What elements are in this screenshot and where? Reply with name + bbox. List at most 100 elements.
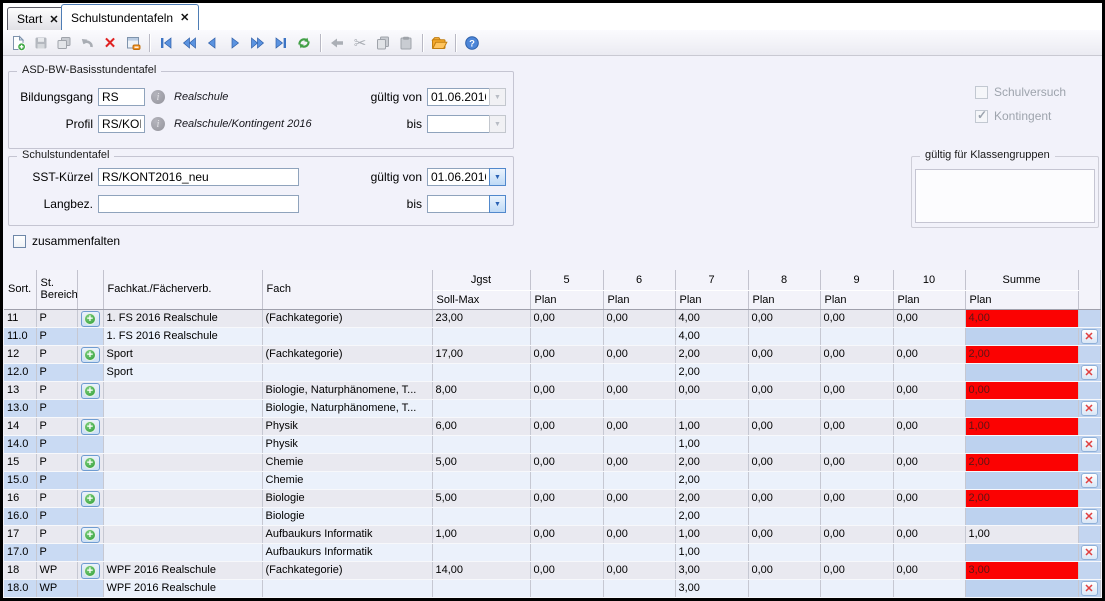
cell-plan-9[interactable]: [820, 399, 893, 417]
cell-plan-5[interactable]: 0,00: [530, 417, 603, 435]
delete-row-button[interactable]: ✕: [1081, 365, 1098, 380]
cell-st-bereich[interactable]: P: [36, 435, 77, 453]
add-row-button[interactable]: +: [81, 419, 100, 435]
cell-fachkat[interactable]: [103, 417, 262, 435]
cell-fachkat[interactable]: [103, 435, 262, 453]
cell-sort[interactable]: 11.0: [4, 327, 36, 345]
cell-summe[interactable]: 2,00: [965, 345, 1078, 363]
cell-sort[interactable]: 16: [4, 489, 36, 507]
cell-plan-10[interactable]: [893, 507, 965, 525]
cell-plan-5[interactable]: [530, 471, 603, 489]
cell-sort[interactable]: 12: [4, 345, 36, 363]
cell-fach[interactable]: (Fachkategorie): [262, 561, 432, 579]
cell-fach[interactable]: Biologie: [262, 489, 432, 507]
cell-plan-9[interactable]: [820, 471, 893, 489]
cell-plan-10[interactable]: 0,00: [893, 561, 965, 579]
cell-plan-10[interactable]: [893, 435, 965, 453]
cell-st-bereich[interactable]: P: [36, 381, 77, 399]
add-row-button[interactable]: +: [81, 311, 100, 327]
cell-plan-7[interactable]: 3,00: [675, 579, 748, 597]
cell-plan-7[interactable]: 1,00: [675, 435, 748, 453]
cell-plan-5[interactable]: 0,00: [530, 345, 603, 363]
cell-plan-5[interactable]: 0,00: [530, 453, 603, 471]
delete-row-button[interactable]: ✕: [1081, 329, 1098, 344]
cell-soll-max[interactable]: [432, 435, 530, 453]
cell-plan-6[interactable]: [603, 399, 675, 417]
cell-plan-6[interactable]: 0,00: [603, 561, 675, 579]
cell-plan-9[interactable]: [820, 507, 893, 525]
cell-plan-7[interactable]: 2,00: [675, 363, 748, 381]
cell-st-bereich[interactable]: WP: [36, 579, 77, 597]
cell-fach[interactable]: Aufbaukurs Informatik: [262, 543, 432, 561]
cell-summe[interactable]: [965, 471, 1078, 489]
cell-fachkat[interactable]: [103, 507, 262, 525]
cell-plan-10[interactable]: [893, 327, 965, 345]
cell-st-bereich[interactable]: P: [36, 363, 77, 381]
cell-plan-8[interactable]: [748, 543, 820, 561]
cell-fach[interactable]: [262, 327, 432, 345]
cell-plan-6[interactable]: [603, 543, 675, 561]
cell-st-bereich[interactable]: P: [36, 309, 77, 327]
cell-summe[interactable]: [965, 543, 1078, 561]
cell-plan-6[interactable]: 0,00: [603, 489, 675, 507]
klassengruppen-list[interactable]: [915, 169, 1095, 223]
tab-schulstundentafeln[interactable]: Schulstundentafeln ✕: [61, 4, 199, 30]
cell-plan-8[interactable]: [748, 507, 820, 525]
cell-sort[interactable]: 17.0: [4, 543, 36, 561]
cell-fach[interactable]: Aufbaukurs Informatik: [262, 525, 432, 543]
cell-plan-6[interactable]: [603, 435, 675, 453]
cell-plan-7[interactable]: 1,00: [675, 525, 748, 543]
first-record-icon[interactable]: [155, 32, 177, 54]
delete-row-button[interactable]: ✕: [1081, 545, 1098, 560]
cell-plan-6[interactable]: 0,00: [603, 309, 675, 327]
cell-st-bereich[interactable]: P: [36, 453, 77, 471]
cell-plan-5[interactable]: 0,00: [530, 489, 603, 507]
cell-plan-6[interactable]: [603, 507, 675, 525]
cell-plan-8[interactable]: [748, 399, 820, 417]
dropdown-arrow-icon[interactable]: ▼: [489, 168, 506, 186]
cell-summe[interactable]: [965, 399, 1078, 417]
next-record-icon[interactable]: [224, 32, 246, 54]
cell-soll-max[interactable]: 5,00: [432, 453, 530, 471]
new-record-icon[interactable]: [7, 32, 29, 54]
cell-plan-9[interactable]: 0,00: [820, 453, 893, 471]
cell-plan-7[interactable]: [675, 399, 748, 417]
cell-plan-6[interactable]: [603, 471, 675, 489]
langbez-field[interactable]: [98, 195, 299, 213]
fast-forward-icon[interactable]: [247, 32, 269, 54]
cell-sort[interactable]: 14: [4, 417, 36, 435]
cell-soll-max[interactable]: 1,00: [432, 525, 530, 543]
cell-plan-8[interactable]: 0,00: [748, 381, 820, 399]
cell-fach[interactable]: Chemie: [262, 471, 432, 489]
cell-fach[interactable]: Biologie, Naturphänomene, T...: [262, 399, 432, 417]
cell-plan-10[interactable]: 0,00: [893, 489, 965, 507]
cell-fach[interactable]: (Fachkategorie): [262, 309, 432, 327]
cell-sort[interactable]: 11: [4, 309, 36, 327]
dropdown-arrow-icon[interactable]: ▼: [489, 195, 506, 213]
cell-plan-7[interactable]: 1,00: [675, 543, 748, 561]
cell-st-bereich[interactable]: P: [36, 489, 77, 507]
cell-plan-10[interactable]: [893, 399, 965, 417]
sst-gueltig-von-field[interactable]: [427, 168, 489, 186]
cell-plan-5[interactable]: [530, 327, 603, 345]
cell-plan-8[interactable]: [748, 435, 820, 453]
cell-plan-7[interactable]: 4,00: [675, 327, 748, 345]
cell-plan-7[interactable]: 1,00: [675, 417, 748, 435]
last-record-icon[interactable]: [270, 32, 292, 54]
cell-sort[interactable]: 17: [4, 525, 36, 543]
cell-plan-7[interactable]: 0,00: [675, 381, 748, 399]
previous-record-icon[interactable]: [201, 32, 223, 54]
cell-fachkat[interactable]: WPF 2016 Realschule: [103, 561, 262, 579]
cell-plan-9[interactable]: 0,00: [820, 417, 893, 435]
cell-fachkat[interactable]: Sport: [103, 363, 262, 381]
cell-soll-max[interactable]: [432, 399, 530, 417]
cell-soll-max[interactable]: 8,00: [432, 381, 530, 399]
cell-summe[interactable]: [965, 579, 1078, 597]
cell-plan-8[interactable]: [748, 471, 820, 489]
cell-plan-7[interactable]: 2,00: [675, 489, 748, 507]
cell-plan-8[interactable]: 0,00: [748, 417, 820, 435]
cell-plan-7[interactable]: 4,00: [675, 309, 748, 327]
cell-fach[interactable]: (Fachkategorie): [262, 345, 432, 363]
cell-plan-6[interactable]: 0,00: [603, 417, 675, 435]
cell-plan-8[interactable]: 0,00: [748, 489, 820, 507]
